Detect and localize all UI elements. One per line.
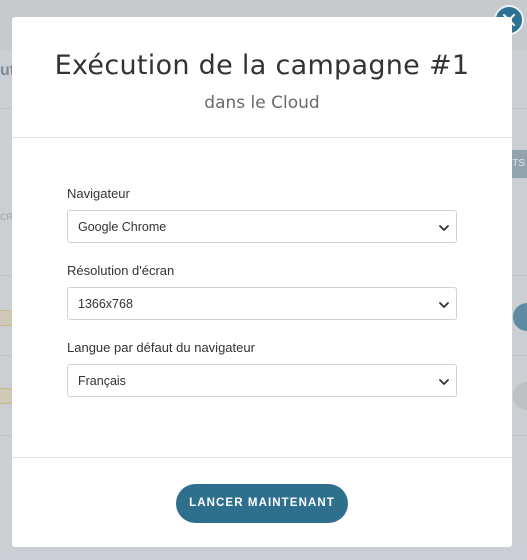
browser-field: Navigateur Google Chrome <box>67 186 457 243</box>
modal-title: Exécution de la campagne #1 <box>54 50 470 81</box>
background-action-icon <box>513 303 527 331</box>
modal-header: Exécution de la campagne #1 dans le Clou… <box>12 17 512 138</box>
browser-select[interactable]: Google Chrome <box>67 210 457 243</box>
resolution-field: Résolution d'écran 1366x768 <box>67 263 457 320</box>
background-action-icon <box>513 382 527 410</box>
modal-subtitle: dans le Cloud <box>204 93 320 113</box>
language-label: Langue par défaut du navigateur <box>67 340 255 355</box>
resolution-select[interactable]: 1366x768 <box>67 287 457 320</box>
resolution-label: Résolution d'écran <box>67 263 175 278</box>
language-field: Langue par défaut du navigateur Français <box>67 340 457 397</box>
chevron-down-icon <box>439 225 449 231</box>
chevron-down-icon <box>439 302 449 308</box>
modal-body: Navigateur Google Chrome Résolution d'éc… <box>12 138 512 458</box>
campaign-execution-modal: Exécution de la campagne #1 dans le Clou… <box>12 17 512 547</box>
resolution-select-value: 1366x768 <box>78 296 133 311</box>
browser-label: Navigateur <box>67 186 130 201</box>
language-select[interactable]: Français <box>67 364 457 397</box>
language-select-value: Français <box>78 373 126 388</box>
modal-footer: LANCER MAINTENANT <box>12 458 512 523</box>
launch-now-button[interactable]: LANCER MAINTENANT <box>176 484 348 523</box>
chevron-down-icon <box>439 379 449 385</box>
browser-select-value: Google Chrome <box>78 219 167 234</box>
